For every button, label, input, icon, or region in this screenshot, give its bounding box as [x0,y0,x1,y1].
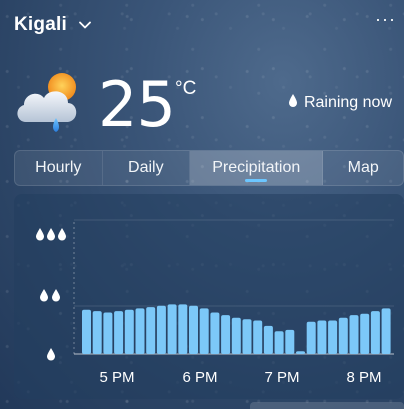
tab-map-label: Map [347,159,379,176]
precipitation-bar [189,305,198,354]
tab-precipitation[interactable]: Precipitation [190,151,324,185]
heavy-rain-drop-icon [36,228,44,241]
precipitation-bar [360,313,370,354]
current-conditions: 25 °C Raining now [12,66,402,146]
more-options-icon[interactable]: ··· [375,10,396,28]
precipitation-panel: 5 PM 6 PM 7 PM 8 PM [14,194,404,399]
precipitation-bar [306,321,316,354]
moderate-rain-drop-icon [40,289,48,302]
precipitation-bar [156,305,166,354]
rain-status-label: Raining now [303,93,392,111]
precipitation-bar [338,317,348,354]
precipitation-bar [167,304,177,354]
precipitation-bar [285,329,295,354]
tab-hourly[interactable]: Hourly [15,151,103,185]
tab-map[interactable]: Map [323,151,403,185]
heavy-rain-drop-icon [58,228,66,241]
precipitation-bar [199,308,209,354]
precipitation-bar [381,308,391,354]
precipitation-bar [146,307,156,354]
precipitation-bar [274,331,284,354]
location-header[interactable]: Kigali [14,14,93,36]
raindrop-icon [288,93,298,112]
precipitation-bar [92,311,102,354]
precipitation-bar [221,315,231,354]
moderate-rain-drop-icon [52,289,60,302]
x-tick-label: 6 PM [182,369,217,386]
precipitation-bar [135,308,145,354]
partly-cloudy-rain-icon [12,70,84,136]
precipitation-bar [317,320,327,354]
x-tick-label: 5 PM [99,369,134,386]
precipitation-bar [231,317,241,354]
precipitation-bar [328,320,338,354]
city-name[interactable]: Kigali [14,14,67,36]
precipitation-bar [242,319,252,354]
precipitation-bar [210,312,220,354]
precipitation-bar [296,351,305,354]
heavy-rain-drop-icon [47,228,55,241]
x-tick-label: 8 PM [346,369,381,386]
precipitation-bar [124,309,134,354]
precipitation-bar [253,320,263,354]
tab-daily-label: Daily [128,159,164,176]
bottom-edge-element [250,402,404,409]
precipitation-bar [178,304,188,354]
precipitation-bar [263,325,273,354]
precipitation-chart: 5 PM 6 PM 7 PM 8 PM [36,219,394,386]
light-rain-drop-icon [47,348,55,361]
x-tick-label: 7 PM [264,369,299,386]
tab-precipitation-label: Precipitation [212,159,301,176]
tab-daily[interactable]: Daily [103,151,191,185]
tab-hourly-label: Hourly [35,159,82,176]
chevron-down-icon[interactable] [77,17,93,33]
precipitation-bar [103,312,113,354]
rain-status: Raining now [288,93,392,112]
temperature-unit[interactable]: °C [175,78,196,100]
precipitation-bar [370,311,380,354]
precipitation-bar [349,315,359,354]
precipitation-bar [114,311,124,354]
forecast-tabs: Hourly Daily Precipitation Map [14,150,404,186]
active-tab-indicator [245,179,268,182]
temperature-value: 25 [98,68,176,141]
precipitation-bar [82,309,91,354]
